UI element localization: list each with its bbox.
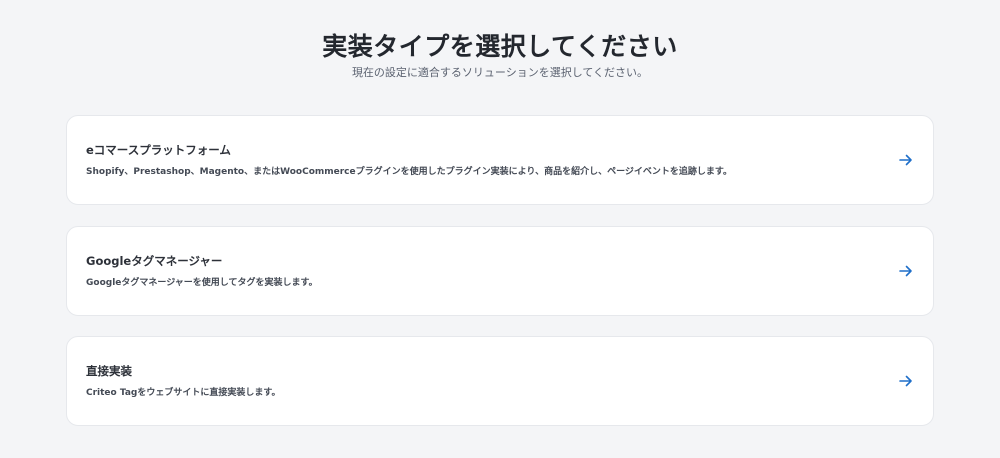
arrow-right-icon[interactable] [898,152,914,168]
option-description: Googleタグマネージャーを使用してタグを実装します。 [86,278,318,288]
option-card-google-tag-manager[interactable]: Googleタグマネージャー Googleタグマネージャーを使用してタグを実装し… [66,226,934,316]
arrow-right-icon[interactable] [898,263,914,279]
arrow-right-icon[interactable] [898,373,914,389]
option-card-ecommerce[interactable]: eコマースプラットフォーム Shopify、Prestashop、Magento… [66,115,934,205]
option-title: Googleタグマネージャー [86,254,223,268]
option-title: eコマースプラットフォーム [86,143,231,157]
option-title: 直接実装 [86,364,132,378]
page-header: 実装タイプを選択してください 現在の設定に適合するソリューションを選択してくださ… [0,32,1000,80]
option-description: Shopify、Prestashop、Magento、またはWooCommerc… [86,167,732,177]
option-card-direct-implementation[interactable]: 直接実装 Criteo Tagをウェブサイトに直接実装します。 [66,336,934,426]
page-title: 実装タイプを選択してください [322,32,678,61]
option-description: Criteo Tagをウェブサイトに直接実装します。 [86,388,281,398]
page-subtitle: 現在の設定に適合するソリューションを選択してください。 [351,66,649,79]
